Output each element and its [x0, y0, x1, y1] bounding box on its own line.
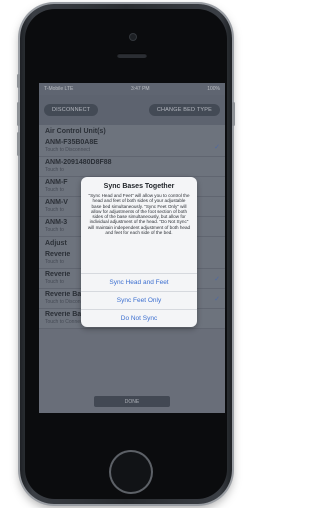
sync-head-and-feet-button[interactable]: Sync Head and Feet [81, 273, 197, 291]
app-screen: T-Mobile LTE 3:47 PM 100% DISCONNECT CHA… [39, 83, 225, 413]
phone-frame: T-Mobile LTE 3:47 PM 100% DISCONNECT CHA… [17, 4, 235, 504]
dialog-options: Sync Head and Feet Sync Feet Only Do Not… [81, 273, 197, 327]
volume-up-button [17, 102, 20, 126]
home-button[interactable] [111, 452, 151, 492]
power-button [232, 102, 235, 126]
sync-feet-only-button[interactable]: Sync Feet Only [81, 291, 197, 309]
mute-switch [17, 74, 20, 88]
phone-face: T-Mobile LTE 3:47 PM 100% DISCONNECT CHA… [25, 9, 227, 499]
dialog-title: Sync Bases Together [103, 183, 175, 190]
earpiece-speaker [117, 53, 147, 58]
sync-bases-dialog: Sync Bases Together "Sync Head and Feet"… [81, 177, 197, 327]
do-not-sync-button[interactable]: Do Not Sync [81, 309, 197, 327]
dialog-message: "Sync Head and Feet" will allow you to c… [87, 193, 191, 236]
front-camera [130, 34, 136, 40]
volume-down-button [17, 132, 20, 156]
